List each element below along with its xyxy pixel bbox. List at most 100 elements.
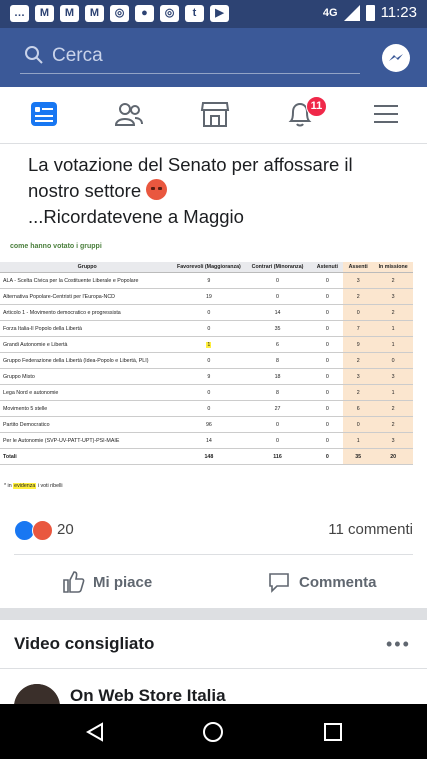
table-cell: 9 <box>174 272 244 289</box>
table-cell: Totali <box>0 448 175 465</box>
reactions-count: 20 <box>57 521 74 538</box>
main-nav: 11 <box>0 87 427 144</box>
table-cell: 35 <box>243 320 312 337</box>
comments-count[interactable]: 11 commenti <box>328 521 413 538</box>
image-caption: come hanno votato i gruppi <box>10 243 102 250</box>
table-row: Gruppo Misto 9 18 0 3 3 <box>0 368 413 385</box>
back-icon[interactable] <box>84 721 106 743</box>
table-cell: 116 <box>243 448 312 465</box>
table-cell: 96 <box>174 416 244 433</box>
table-cell: Forza Italia-Il Popolo della Libertà <box>0 320 175 337</box>
battery-icon <box>365 4 375 21</box>
table-cell: 14 <box>174 432 244 449</box>
recommended-title: Video consigliato <box>14 634 155 653</box>
status-bar: … M M M ◎ ● ◎ t ▶ 4G 11:23 <box>0 0 427 28</box>
table-cell: 0 <box>311 352 344 369</box>
table-cell: Articolo 1 - Movimento democratico e pro… <box>0 304 175 321</box>
table-cell: 35 <box>343 448 374 465</box>
gmail-icon: M <box>85 5 104 22</box>
angry-reaction-icon <box>32 520 53 541</box>
table-cell: 0 <box>174 304 244 321</box>
table-cell: 0 <box>343 304 374 321</box>
table-cell: Gruppo Federazione della Libertà (Idea-P… <box>0 352 175 369</box>
table-cell: Grandi Autonomie e Libertà <box>0 336 175 353</box>
comment-button[interactable]: Commenta <box>267 566 377 598</box>
table-cell: 0 <box>311 368 344 385</box>
table-cell: Partito Democratico <box>0 416 175 433</box>
table-cell: 1 <box>373 336 413 353</box>
table-row: Articolo 1 - Movimento democratico e pro… <box>0 304 413 321</box>
divider <box>14 554 413 555</box>
home-icon[interactable] <box>202 721 224 743</box>
table-cell: 0 <box>311 320 344 337</box>
search-icon <box>25 46 43 64</box>
table-cell: 2 <box>373 416 413 433</box>
table-cell: Per le Autonomie (SVP-UV-PATT-UPT)-PSI-M… <box>0 432 175 449</box>
table-cell: 3 <box>373 368 413 385</box>
more-options-icon[interactable]: ••• <box>386 635 411 653</box>
table-cell: 3 <box>343 272 374 289</box>
table-cell: Gruppo Misto <box>0 368 175 385</box>
table-cell: 0 <box>243 272 312 289</box>
table-cell: 2 <box>343 288 374 305</box>
table-cell: 9 <box>174 368 244 385</box>
table-cell: 6 <box>343 400 374 417</box>
tab-news-feed[interactable] <box>13 87 73 143</box>
search-input[interactable]: Cerca <box>20 41 360 74</box>
table-cell: 0 <box>311 384 344 401</box>
table-cell: 0 <box>174 320 244 337</box>
table-row: Gruppo Federazione della Libertà (Idea-P… <box>0 352 413 369</box>
tab-menu[interactable] <box>355 87 415 143</box>
table-cell: 1 <box>174 336 244 353</box>
table-cell: 0 <box>243 416 312 433</box>
page-name[interactable]: On Web Store Italia <box>70 686 226 706</box>
col-header: Favorevoli (Maggioranza) <box>174 262 244 273</box>
table-cell: 0 <box>174 352 244 369</box>
gmail-icon: M <box>60 5 79 22</box>
app-icon: ● <box>135 5 154 22</box>
table-cell: 3 <box>343 368 374 385</box>
post-image[interactable]: come hanno votato i gruppi Gruppo Favore… <box>0 236 413 501</box>
table-row: Partito Democratico 96 0 0 0 2 <box>0 416 413 433</box>
col-header: Gruppo <box>0 262 175 273</box>
table-cell: 2 <box>373 400 413 417</box>
signal-icon <box>343 4 360 21</box>
table-cell: 2 <box>373 272 413 289</box>
table-cell: 1 <box>373 320 413 337</box>
like-button[interactable]: Mi piace <box>61 566 152 598</box>
table-cell: 9 <box>343 336 374 353</box>
col-header: Astenuti <box>311 262 344 273</box>
table-cell: 2 <box>343 384 374 401</box>
table-cell: 0 <box>311 400 344 417</box>
table-cell: 0 <box>311 288 344 305</box>
table-cell: 0 <box>174 384 244 401</box>
post-text-line: ...Ricordatevene a Maggio <box>28 206 244 227</box>
table-cell: 3 <box>373 432 413 449</box>
table-cell: 0 <box>311 336 344 353</box>
notifications-badge: 11 <box>306 96 327 117</box>
thumbs-up-icon <box>63 571 85 593</box>
table-cell: 1 <box>373 384 413 401</box>
messenger-icon[interactable] <box>381 43 411 73</box>
tab-marketplace[interactable] <box>184 87 244 143</box>
tumblr-icon: t <box>185 5 204 22</box>
table-cell: 0 <box>311 432 344 449</box>
table-cell: 27 <box>243 400 312 417</box>
table-row: Alternativa Popolare-Centristi per l'Eur… <box>0 288 413 305</box>
table-cell: 0 <box>311 304 344 321</box>
table-cell: 14 <box>243 304 312 321</box>
table-cell: 3 <box>373 288 413 305</box>
col-header: Assenti <box>343 262 374 273</box>
table-cell: 19 <box>174 288 244 305</box>
votes-table: Gruppo Favorevoli (Maggioranza) Contrari… <box>0 262 413 465</box>
col-header: In missione <box>373 262 413 273</box>
recents-icon[interactable] <box>322 721 344 743</box>
table-row: ALA - Scelta Civica per la Costituente L… <box>0 272 413 289</box>
table-cell: 2 <box>343 352 374 369</box>
table-cell: 0 <box>311 416 344 433</box>
table-cell: Movimento 5 stelle <box>0 400 175 417</box>
menu-icon <box>374 105 398 123</box>
table-cell: 2 <box>373 304 413 321</box>
tab-friends[interactable] <box>98 87 158 143</box>
notification-icons: … M M M ◎ ● ◎ t ▶ <box>10 5 229 22</box>
